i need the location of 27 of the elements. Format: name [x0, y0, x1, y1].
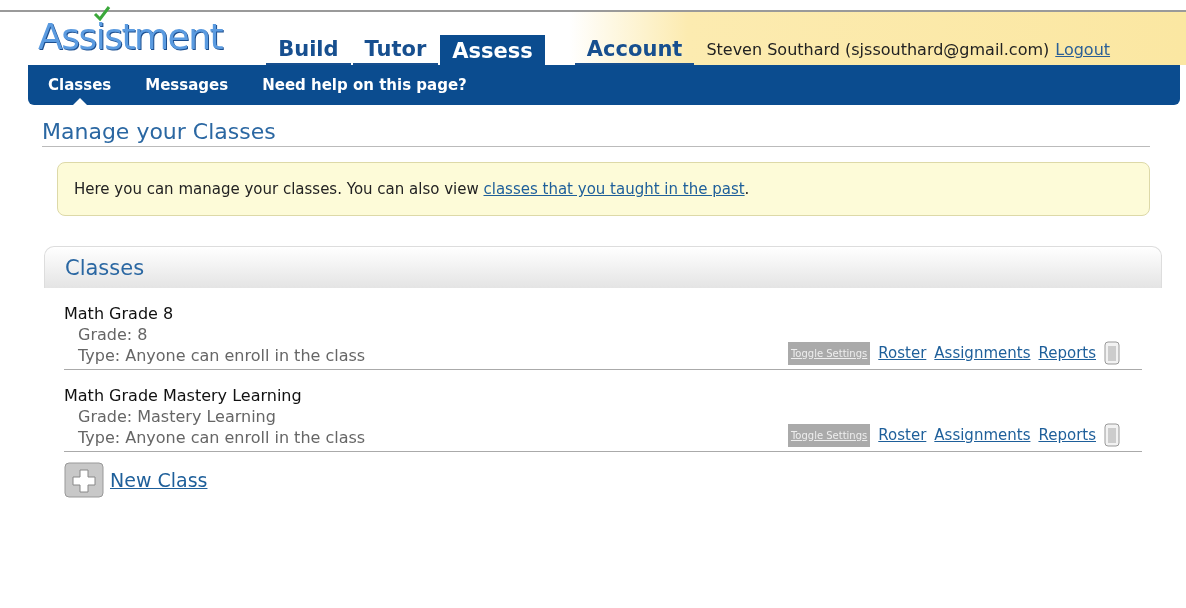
class-name: Math Grade 8	[64, 304, 175, 323]
class-link[interactable]: Assignments	[934, 426, 1031, 444]
panel-title: Classes	[65, 255, 145, 280]
trash-icon[interactable]	[1104, 341, 1120, 365]
sub-nav-item[interactable]: Need help on this page?	[262, 76, 467, 105]
class-type: Type: Anyone can enroll in the class	[78, 346, 366, 365]
user-name: Steven Southard (sjssouthard@gmail.com)	[706, 40, 1050, 59]
checkmark-icon	[93, 5, 111, 21]
class-grade: Grade: 8	[78, 325, 148, 344]
sub-nav-item[interactable]: Classes	[48, 76, 112, 105]
class-link[interactable]: Roster	[878, 344, 927, 362]
past-classes-link[interactable]: classes that you taught in the past	[483, 180, 745, 198]
class-link[interactable]: Reports	[1038, 344, 1096, 362]
info-message: Here you can manage your classes. You can also view classes that you taught in the past.	[57, 162, 1150, 216]
class-type: Type: Anyone can enroll in the class	[78, 428, 366, 447]
page-title: Manage your Classes	[42, 119, 1150, 147]
logout-link[interactable]: Logout	[1055, 40, 1111, 59]
new-class-link[interactable]: New Class	[110, 469, 208, 491]
trash-icon[interactable]	[1104, 423, 1120, 447]
class-name: Math Grade Mastery Learning	[64, 386, 303, 405]
class-grade: Grade: Mastery Learning	[78, 407, 276, 426]
class-link[interactable]: Assignments	[934, 344, 1031, 362]
nav-tab[interactable]: Assess	[440, 35, 545, 65]
class-link[interactable]: Roster	[878, 426, 927, 444]
class-link[interactable]: Reports	[1038, 426, 1096, 444]
add-icon[interactable]	[64, 462, 104, 498]
sub-nav-item[interactable]: Messages	[145, 76, 229, 105]
